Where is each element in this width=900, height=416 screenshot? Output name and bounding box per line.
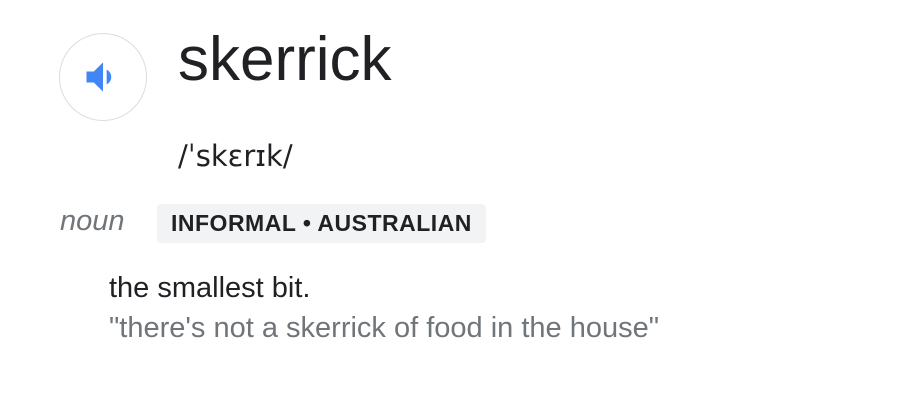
speaker-icon [81,55,125,99]
pronunciation-text: /ˈskɛrɪk/ [178,139,293,173]
register-badge: INFORMAL • AUSTRALIAN [157,204,486,243]
part-of-speech: noun [60,205,125,237]
example-sentence: "there's not a skerrick of food in the h… [109,312,660,344]
definition-text: the smallest bit. [109,272,311,304]
headword: skerrick [178,25,392,94]
play-pronunciation-button[interactable] [59,33,147,121]
